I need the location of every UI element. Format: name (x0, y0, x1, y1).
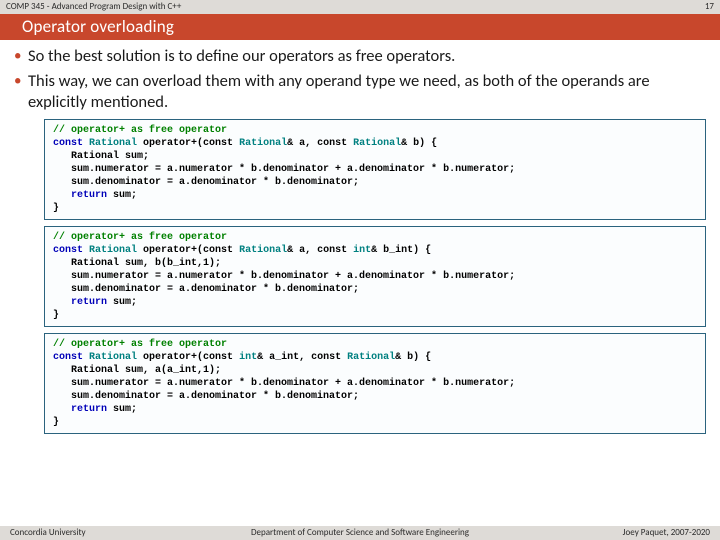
code-token: & a, const (287, 138, 353, 149)
code-token: const (53, 138, 89, 149)
code-comment: // operator+ as free operator (53, 125, 227, 136)
code-line: sum.numerator = a.numerator * b.denomina… (53, 164, 515, 175)
code-token: const (53, 245, 89, 256)
code-comment: // operator+ as free operator (53, 339, 227, 350)
code-token: & a_int, const (257, 352, 347, 363)
code-line: } (53, 203, 59, 214)
code-token: sum; (107, 297, 137, 308)
page-number: 17 (705, 1, 714, 14)
code-line: } (53, 310, 59, 321)
code-token: & b) { (395, 352, 431, 363)
code-token: return (53, 297, 107, 308)
code-line: Rational sum, b(b_int,1); (53, 258, 221, 269)
course-label: COMP 345 - Advanced Program Design with … (6, 1, 181, 14)
code-token: Rational (89, 245, 137, 256)
code-token: return (53, 404, 107, 415)
code-token: & b) { (401, 138, 437, 149)
code-line: sum.numerator = a.numerator * b.denomina… (53, 378, 515, 389)
bullet-item: • So the best solution is to define our … (14, 46, 706, 67)
code-line: sum.denominator = a.denominator * b.deno… (53, 284, 359, 295)
code-token: operator+(const (137, 352, 239, 363)
code-token: Rational (347, 352, 395, 363)
top-meta-bar: COMP 345 - Advanced Program Design with … (0, 0, 720, 14)
bullet-item: • This way, we can overload them with an… (14, 71, 706, 113)
footer-bar: Concordia University Department of Compu… (0, 526, 720, 540)
code-comment: // operator+ as free operator (53, 232, 227, 243)
code-line: Rational sum; (53, 151, 149, 162)
slide-body: • So the best solution is to define our … (0, 40, 720, 434)
code-token: & a, const (287, 245, 353, 256)
code-token: sum; (107, 190, 137, 201)
code-token: const (53, 352, 89, 363)
code-token: sum; (107, 404, 137, 415)
code-token: Rational (353, 138, 401, 149)
code-token: Rational (89, 138, 137, 149)
footer-right: Joey Paquet, 2007-2020 (623, 527, 710, 540)
code-token: int (239, 352, 257, 363)
code-line: sum.denominator = a.denominator * b.deno… (53, 391, 359, 402)
code-token: operator+(const (137, 138, 239, 149)
code-token: int (353, 245, 371, 256)
code-block: // operator+ as free operator const Rati… (44, 226, 706, 327)
code-line: sum.denominator = a.denominator * b.deno… (53, 177, 359, 188)
code-token: Rational (239, 138, 287, 149)
code-token: Rational (89, 352, 137, 363)
slide-title: Operator overloading (22, 16, 174, 37)
code-token: operator+(const (137, 245, 239, 256)
code-line: } (53, 417, 59, 428)
code-token: Rational (239, 245, 287, 256)
code-line: Rational sum, a(a_int,1); (53, 365, 221, 376)
bullet-text: This way, we can overload them with any … (28, 71, 706, 113)
bullet-marker: • (14, 46, 28, 66)
footer-left: Concordia University (10, 527, 86, 540)
code-block: // operator+ as free operator const Rati… (44, 119, 706, 220)
code-line: sum.numerator = a.numerator * b.denomina… (53, 271, 515, 282)
code-token: return (53, 190, 107, 201)
code-block: // operator+ as free operator const Rati… (44, 333, 706, 434)
slide-title-bar: Operator overloading (0, 14, 720, 40)
code-token: & b_int) { (371, 245, 431, 256)
bullet-text: So the best solution is to define our op… (28, 46, 455, 67)
footer-center: Department of Computer Science and Softw… (251, 527, 469, 538)
bullet-marker: • (14, 71, 28, 91)
